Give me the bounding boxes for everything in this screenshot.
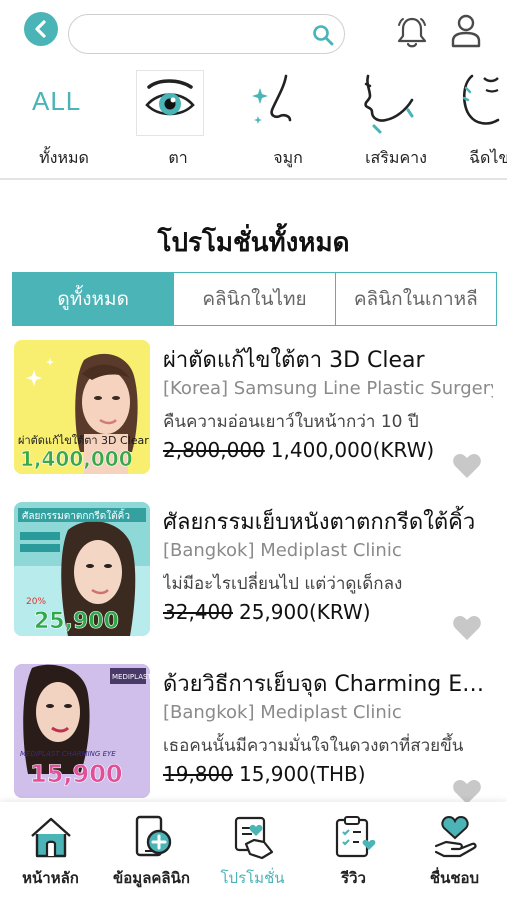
search-icon[interactable] xyxy=(312,24,334,46)
sale-price: 25,900(KRW) xyxy=(238,600,371,624)
nav-favorite[interactable]: ชื่นชอบ xyxy=(404,802,505,900)
category-all[interactable]: ALL ทั้งหมด xyxy=(22,66,106,176)
nav-label: หน้าหลัก xyxy=(22,869,79,887)
original-price: 19,800 xyxy=(163,762,233,786)
home-icon xyxy=(31,817,71,858)
favorite-icon xyxy=(434,815,477,858)
favorite-heart-icon[interactable] xyxy=(452,452,482,480)
original-price: 2,800,000 xyxy=(163,438,265,462)
sale-price: 15,900(THB) xyxy=(238,762,366,786)
eye-icon xyxy=(136,70,204,136)
price-row: 19,800 15,900(THB) xyxy=(163,762,366,786)
promotion-title: ผ่าตัดแก้ไขใต้ตา 3D Clear xyxy=(163,348,425,373)
bell-icon[interactable] xyxy=(395,15,429,51)
filter-tabs: ดูทั้งหมด คลินิกในไทย คลินิกในเกาหลี xyxy=(12,272,497,326)
back-button[interactable] xyxy=(24,12,58,46)
face-fat-icon xyxy=(458,70,507,136)
bottom-navigation: หน้าหลัก ข้อมูลคลินิก โปรโมชั่น รีวิว ชื… xyxy=(0,802,507,900)
thumbnail-caption: ผ่าตัดแก้ไขใต้ตา 3D Clear xyxy=(18,434,149,447)
review-icon xyxy=(335,816,376,858)
category-label: ฉีดไขมัน xyxy=(469,148,507,167)
sale-price: 1,400,000(KRW) xyxy=(270,438,435,462)
category-nose[interactable]: จมูก xyxy=(246,66,330,176)
promotion-icon xyxy=(234,816,274,860)
original-price: 32,400 xyxy=(163,600,233,624)
page-title: โปรโมชั่นทั้งหมด xyxy=(157,228,350,258)
nav-home[interactable]: หน้าหลัก xyxy=(0,802,101,900)
chevron-left-icon xyxy=(35,20,46,38)
nav-label: ชื่นชอบ xyxy=(429,869,480,887)
promotion-image[interactable]: MEDIPLAST MEDIPLAST CHARMING EYE 15,900 xyxy=(14,664,150,798)
search-bar[interactable] xyxy=(68,14,345,54)
promotion-title: ศัลยกรรมเย็บหนังตาตกกรีดใต้คิ้ว xyxy=(163,510,476,535)
promotion-description: คืนความอ่อนเยาว์ใบหน้ากว่า 10 ปี xyxy=(163,412,419,432)
search-input[interactable] xyxy=(83,22,303,46)
thumbnail-price: 25,900 xyxy=(34,609,119,634)
thumbnail-price: 1,400,000 xyxy=(20,447,133,471)
svg-text:MEDIPLAST: MEDIPLAST xyxy=(112,673,150,681)
category-label: ทั้งหมด xyxy=(39,148,89,167)
thumbnail-price: 15,900 xyxy=(30,760,123,788)
price-row: 2,800,000 1,400,000(KRW) xyxy=(163,438,434,462)
category-fat-graft[interactable]: ฉีดไขมัน xyxy=(458,66,507,176)
category-chin[interactable]: เสริมคาง xyxy=(354,66,438,176)
clinic-info-icon xyxy=(135,815,172,857)
promotion-description: ไม่มีอะไรเปลี่ยนไป แต่ว่าดูเด็กลง xyxy=(163,574,403,594)
promotion-image[interactable]: ศัลยกรรมตาตกกรีดใต้คิ้ว 20% 25,900 xyxy=(14,502,150,636)
nose-icon xyxy=(246,70,314,136)
promotion-image[interactable]: ผ่าตัดแก้ไขใต้ตา 3D Clear 1,400,000 xyxy=(14,340,150,474)
chin-icon xyxy=(354,70,422,136)
tab-view-all[interactable]: ดูทั้งหมด xyxy=(13,273,174,325)
promotion-item[interactable]: ผ่าตัดแก้ไขใต้ตา 3D Clear 1,400,000 ผ่าต… xyxy=(0,338,507,488)
price-row: 32,400 25,900(KRW) xyxy=(163,600,371,624)
category-label: จมูก xyxy=(273,148,303,167)
promotion-title: ด้วยวิธีการเย็บจุด Charming Eyes xyxy=(163,672,493,697)
tab-thai-clinics[interactable]: คลินิกในไทย xyxy=(173,273,335,325)
thumbnail-caption: MEDIPLAST CHARMING EYE xyxy=(20,750,116,758)
divider xyxy=(0,178,507,180)
clinic-name: [Korea] Samsung Line Plastic Surgery xyxy=(163,378,493,399)
tab-korea-clinics[interactable]: คลินิกในเกาหลี xyxy=(334,273,496,325)
thumbnail-caption: ศัลยกรรมตาตกกรีดใต้คิ้ว xyxy=(22,508,130,522)
nav-label: รีวิว xyxy=(341,869,366,887)
nav-promotion[interactable]: โปรโมชั่น xyxy=(202,802,303,900)
category-eye[interactable]: ตา xyxy=(136,66,220,176)
top-bar xyxy=(0,0,507,66)
category-label: ตา xyxy=(168,148,188,167)
user-profile-icon[interactable] xyxy=(450,13,482,49)
nav-review[interactable]: รีวิว xyxy=(303,802,404,900)
nav-label: โปรโมชั่น xyxy=(220,869,285,887)
promotion-description: เธอคนนั้นมีความมั่นใจในดวงตาที่สวยขึ้น xyxy=(163,736,464,756)
all-text-icon: ALL xyxy=(32,86,82,116)
svg-text:20%: 20% xyxy=(26,597,46,607)
clinic-name: [Bangkok] Mediplast Clinic xyxy=(163,702,402,723)
nav-clinic-info[interactable]: ข้อมูลคลินิก xyxy=(101,802,202,900)
favorite-heart-icon[interactable] xyxy=(452,614,482,642)
category-strip: ALL ทั้งหมด ตา จมูก เสริมคาง ฉีดไข xyxy=(0,66,507,176)
promotion-item[interactable]: MEDIPLAST MEDIPLAST CHARMING EYE 15,900 … xyxy=(0,662,507,812)
clinic-name: [Bangkok] Mediplast Clinic xyxy=(163,540,402,561)
promotion-item[interactable]: ศัลยกรรมตาตกกรีดใต้คิ้ว 20% 25,900 ศัลยก… xyxy=(0,500,507,650)
nav-label: ข้อมูลคลินิก xyxy=(113,869,190,887)
